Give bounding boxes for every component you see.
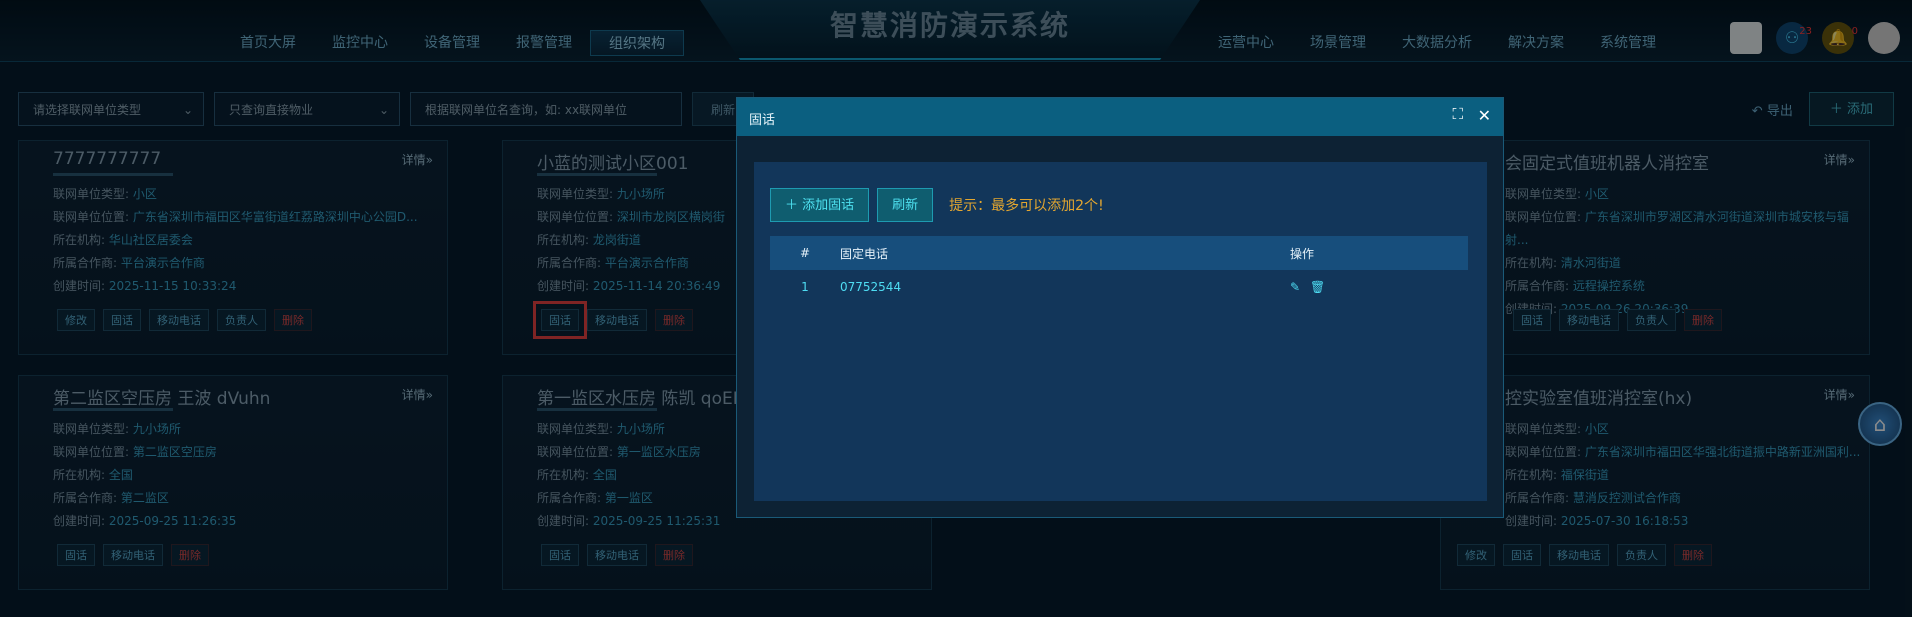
table-header: # 固定电话 操作 xyxy=(770,236,1468,270)
edit-icon[interactable]: ✎ xyxy=(1290,281,1302,293)
row-phone: 07752544 xyxy=(840,280,902,294)
phone-modal: 固话 ⛶ ✕ ＋ 添加固话 刷新 提示：最多可以添加2个! # 固定电话 操作 … xyxy=(736,97,1504,518)
col-index: # xyxy=(799,246,811,260)
close-icon[interactable]: ✕ xyxy=(1478,106,1491,125)
modal-header: 固话 ⛶ ✕ xyxy=(737,98,1503,136)
fullscreen-icon[interactable]: ⛶ xyxy=(1452,105,1463,123)
modal-title: 固话 xyxy=(749,113,776,128)
row-actions: ✎ 🗑 xyxy=(1290,280,1468,294)
modal-toolbar: ＋ 添加固话 刷新 提示：最多可以添加2个! xyxy=(770,188,1104,222)
table-row: 1 07752544 ✎ 🗑 xyxy=(770,270,1468,304)
row-index: 1 xyxy=(801,280,809,294)
limit-tip: 提示：最多可以添加2个! xyxy=(949,198,1104,214)
modal-body: ＋ 添加固话 刷新 提示：最多可以添加2个! # 固定电话 操作 1 07752… xyxy=(754,162,1487,501)
add-phone-button[interactable]: ＋ 添加固话 xyxy=(770,188,870,222)
modal-refresh-button[interactable]: 刷新 xyxy=(877,188,934,222)
phone-table: # 固定电话 操作 1 07752544 ✎ 🗑 xyxy=(770,236,1468,304)
plus-icon: ＋ xyxy=(785,198,803,213)
col-phone: 固定电话 xyxy=(840,246,889,261)
trash-icon[interactable]: 🗑 xyxy=(1310,281,1325,293)
col-actions: 操作 xyxy=(1290,246,1315,261)
add-phone-label: 添加固话 xyxy=(802,198,855,213)
app-root: 智慧消防演示系统 首页大屏 监控中心 设备管理 报警管理 组织架构 运营中心 场… xyxy=(0,0,1912,617)
